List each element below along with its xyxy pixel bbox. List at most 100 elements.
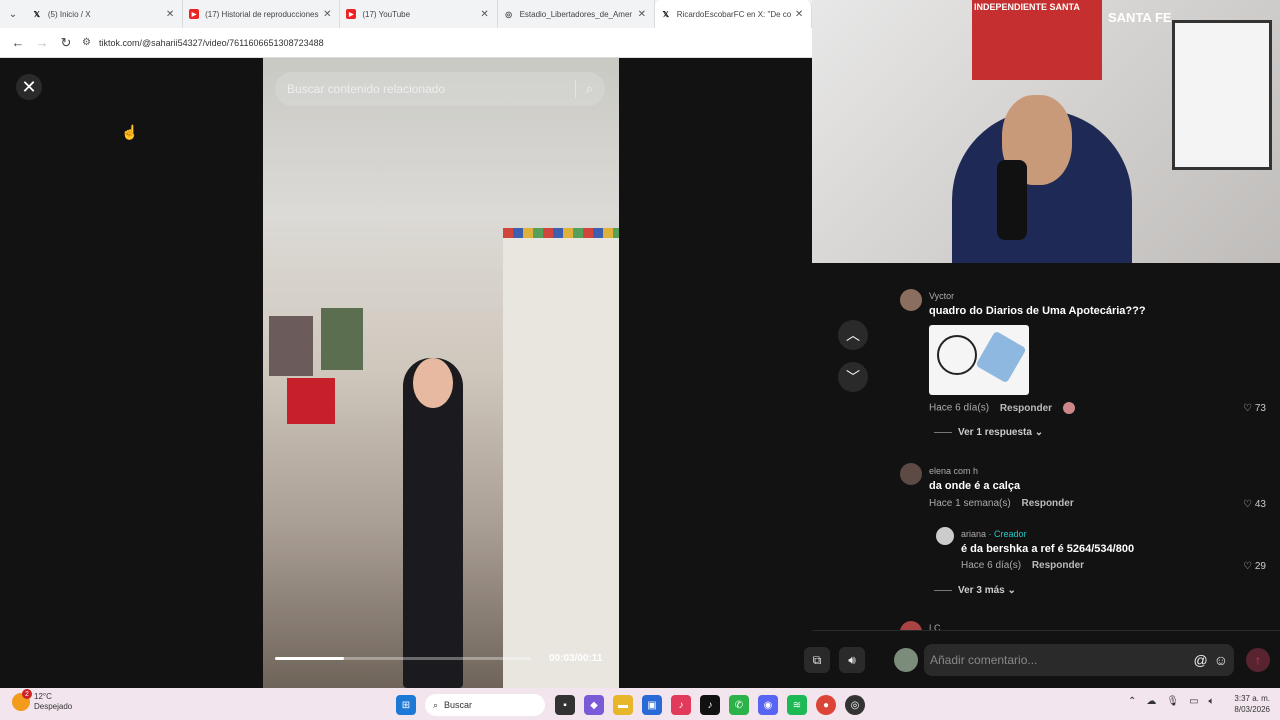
x-logo-icon: 𝕏 (33, 9, 41, 19)
youtube-icon: ▶ (189, 9, 200, 19)
volume-icon: 🔊︎ (848, 652, 856, 667)
site-settings-icon[interactable]: ⚙ (82, 37, 91, 48)
divider-line (934, 589, 952, 591)
close-tab-icon[interactable]: ✕ (164, 9, 176, 20)
comment-composer-bar: ⧉ 🔊︎ Añadir comentario... @ ☺ ↑ (804, 630, 1280, 688)
browser-nav-bar: ← → ↻ ⚙ tiktok.com/@saharii54327/video/7… (0, 28, 812, 58)
volume-button[interactable]: 🔊︎ (839, 647, 865, 673)
tiktok-red-icon[interactable]: ♪ (671, 695, 691, 715)
emoji-icon[interactable]: ☺ (1214, 652, 1228, 668)
chevron-up-icon[interactable]: ⌃ (1128, 696, 1136, 707)
reply-button[interactable]: Responder (1032, 560, 1084, 571)
system-tray: ⌃ ☁ 🎙︎ ▭ 🔈︎ (1128, 696, 1225, 707)
back-arrow-icon[interactable]: ← (6, 31, 30, 55)
comment-username[interactable]: elena com h (929, 466, 978, 476)
reply-username[interactable]: ariana · Creador (961, 529, 1027, 539)
like-button[interactable]: ♡ 73 (1243, 403, 1266, 414)
video-progress-bar[interactable] (275, 657, 531, 660)
close-tab-icon[interactable]: ✕ (479, 9, 491, 20)
avatar[interactable] (900, 463, 922, 485)
avatar[interactable] (936, 527, 954, 545)
tab-x-home[interactable]: 𝕏 (5) Inicio / X ✕ (26, 0, 184, 28)
comment-username[interactable]: LC (929, 623, 941, 630)
video-progress-fill (275, 657, 345, 660)
comment-time: Hace 1 semana(s) (929, 498, 1011, 509)
tiktok-video-page: ✕ ☝ Buscar contenido relacionado ⌕ 00:03… (0, 58, 868, 688)
pip-button[interactable]: ⧉ (804, 647, 830, 673)
mention-icon[interactable]: @ (1193, 652, 1207, 668)
previous-video-button[interactable]: ︿ (838, 320, 868, 350)
comment-meta: Hace 6 día(s) Responder (929, 402, 1075, 414)
comment-sticker-image[interactable] (929, 325, 1029, 395)
comment-text: quadro do Diarios de Uma Apotecária??? (929, 305, 1146, 317)
related-search-bar[interactable]: Buscar contenido relacionado ⌕ (275, 72, 605, 106)
avatar[interactable] (900, 621, 922, 630)
whatsapp-icon[interactable]: ✆ (729, 695, 749, 715)
discord-icon[interactable]: ◉ (758, 695, 778, 715)
microphone-icon[interactable]: 🎙︎ (1166, 696, 1179, 707)
tab-search-icon[interactable]: ⌄ (0, 0, 26, 28)
close-video-button[interactable]: ✕ (16, 74, 42, 100)
chevron-down-icon: ⌄ (1034, 427, 1044, 438)
close-tab-icon[interactable]: ✕ (636, 9, 648, 20)
comment-input[interactable]: Añadir comentario... @ ☺ (924, 644, 1234, 676)
video-timecode: 00:03/00:11 (549, 653, 603, 664)
tab-youtube[interactable]: ▶ (17) YouTube ✕ (340, 0, 498, 28)
widgets-icon[interactable]: ◆ (584, 695, 604, 715)
forward-arrow-icon[interactable]: → (30, 31, 54, 55)
store-icon[interactable]: ▣ (642, 695, 662, 715)
like-button[interactable]: ♡ 43 (1243, 499, 1266, 510)
team-banner (972, 0, 1102, 80)
tiktok-icon[interactable]: ♪ (700, 695, 720, 715)
search-icon[interactable]: ⌕ (586, 81, 593, 97)
network-cloud-icon[interactable]: ☁ (1146, 696, 1156, 707)
file-explorer-icon[interactable]: ▬ (613, 695, 633, 715)
system-clock[interactable]: 3:37 a. m. 8/03/2026 (1228, 693, 1270, 715)
volume-icon[interactable]: 🔈︎ (1209, 696, 1215, 707)
chevron-down-icon: ﹀ (846, 369, 860, 385)
like-count: 43 (1254, 499, 1266, 510)
weather-text: 12°C Despejado (34, 692, 72, 712)
tab-youtube-history[interactable]: ▶ (17) Historial de reproducciones ✕ (183, 0, 341, 28)
display-icon[interactable]: ▭ (1189, 696, 1198, 707)
taskbar-search-label: Buscar (444, 700, 473, 710)
taskbar-search[interactable]: ⌕ Buscar (425, 694, 545, 716)
address-bar[interactable]: ⚙ tiktok.com/@saharii54327/video/7611606… (82, 31, 802, 54)
weather-widget[interactable]: 2 12°C Despejado (12, 689, 72, 712)
tab-x-post[interactable]: 𝕏 RicardoEscobarFC en X: "De co ✕ (654, 0, 813, 28)
comment-time: Hace 6 día(s) (929, 402, 990, 414)
reply-button[interactable]: Responder (1021, 498, 1073, 509)
obs-icon[interactable]: ◎ (845, 695, 865, 715)
view-replies-button[interactable]: Ver 1 respuesta ⌄ (934, 427, 1043, 438)
like-button[interactable]: ♡ 29 (1243, 561, 1266, 572)
comment-username[interactable]: Vyctor (929, 291, 954, 301)
spotify-icon[interactable]: ≋ (787, 695, 807, 715)
post-comment-button[interactable]: ↑ (1246, 648, 1270, 672)
close-tab-icon[interactable]: ✕ (793, 9, 805, 20)
next-video-button[interactable]: ﹀ (838, 362, 868, 392)
task-view-icon[interactable]: ▪ (555, 695, 575, 715)
view-replies-label: Ver 1 respuesta (958, 427, 1032, 438)
close-tab-icon[interactable]: ✕ (321, 9, 333, 20)
notification-badge: 2 (22, 689, 32, 699)
heart-icon: ♡ (1243, 403, 1253, 414)
reply-text: é da bershka a ref é 5264/534/800 (961, 543, 1135, 555)
chrome-icon[interactable]: ● (816, 695, 836, 715)
avatar[interactable] (900, 289, 922, 311)
view-more-replies-button[interactable]: Ver 3 más ⌄ (934, 585, 1016, 596)
windows-taskbar: 2 12°C Despejado ⊞ ⌕ Buscar ▪ ◆ ▬ ▣ ♪ ♪ ✆… (0, 688, 1280, 720)
reply-meta: Hace 6 día(s) Responder (961, 560, 1084, 571)
browser-tab-bar: ⌄ 𝕏 (5) Inicio / X ✕ ▶ (17) Historial de… (0, 0, 813, 28)
windows-start-icon[interactable]: ⊞ (396, 695, 416, 715)
comments-panel[interactable]: Vyctor quadro do Diarios de Uma Apotecár… (886, 263, 1280, 630)
weather-condition: Despejado (34, 702, 73, 711)
hand-cursor-icon: ☝ (121, 124, 139, 140)
chevron-down-icon: ⌄ (1007, 585, 1016, 596)
sticker-crystal (975, 330, 1027, 384)
search-divider (574, 80, 576, 98)
chevron-up-icon: ︿ (846, 327, 860, 343)
video-player[interactable]: Buscar contenido relacionado ⌕ 00:03/00:… (263, 58, 619, 688)
reply-button[interactable]: Responder (1000, 403, 1052, 414)
tab-estadio[interactable]: ◎ Estadio_Libertadores_de_Amer ✕ (498, 0, 655, 28)
reload-icon[interactable]: ↻ (54, 31, 78, 55)
